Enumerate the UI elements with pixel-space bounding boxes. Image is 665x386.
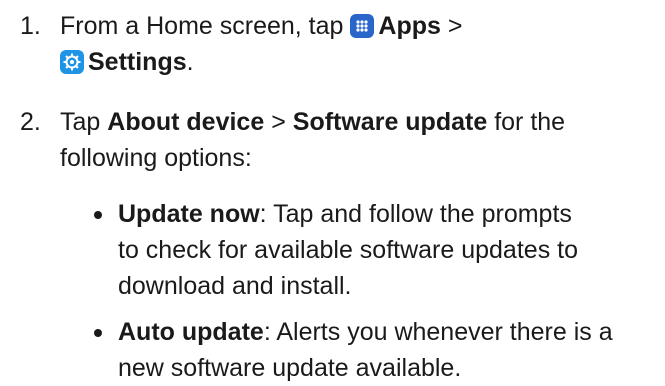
bullet-line: download and install. (118, 272, 352, 300)
step-text: Tap About device > Software update for t… (60, 104, 660, 176)
instructions-document: 1. From a Home screen, tap Apps > Settin… (0, 0, 665, 383)
step-text-prefix: From a Home screen, tap (60, 12, 344, 40)
step-text-suffix: . (186, 48, 194, 76)
bullet-line: new software update available. (118, 354, 462, 382)
bullet-title: Auto update (118, 318, 264, 346)
step-text-line: following options: (60, 144, 252, 172)
settings-label: Settings (88, 48, 187, 76)
step-text-prefix: Tap (60, 108, 101, 136)
bullet-line: to check for available software updates … (118, 236, 578, 264)
bullet-text: Update now: Tap and follow the prompts t… (118, 196, 663, 304)
bullet-line: : Alerts you whenever there is a (263, 318, 613, 346)
software-update-label: Software update (292, 108, 488, 136)
separator: > (447, 12, 463, 40)
apps-icon (350, 14, 375, 38)
step-text: From a Home screen, tap Apps > Settings. (60, 8, 660, 80)
step-number: 2. (20, 108, 41, 136)
step-text-rest: for the (494, 108, 566, 136)
settings-icon (60, 50, 84, 74)
bullet-title: Update now (118, 200, 260, 228)
bullet-dot (94, 329, 102, 337)
separator: > (271, 108, 286, 136)
bullet-dot (94, 211, 102, 219)
bullet-text: Auto update: Alerts you whenever there i… (118, 314, 663, 386)
bullet-line: : Tap and follow the prompts (259, 200, 572, 228)
step-number: 1. (20, 12, 41, 40)
about-device-label: About device (107, 108, 265, 136)
apps-label: Apps (378, 12, 441, 40)
